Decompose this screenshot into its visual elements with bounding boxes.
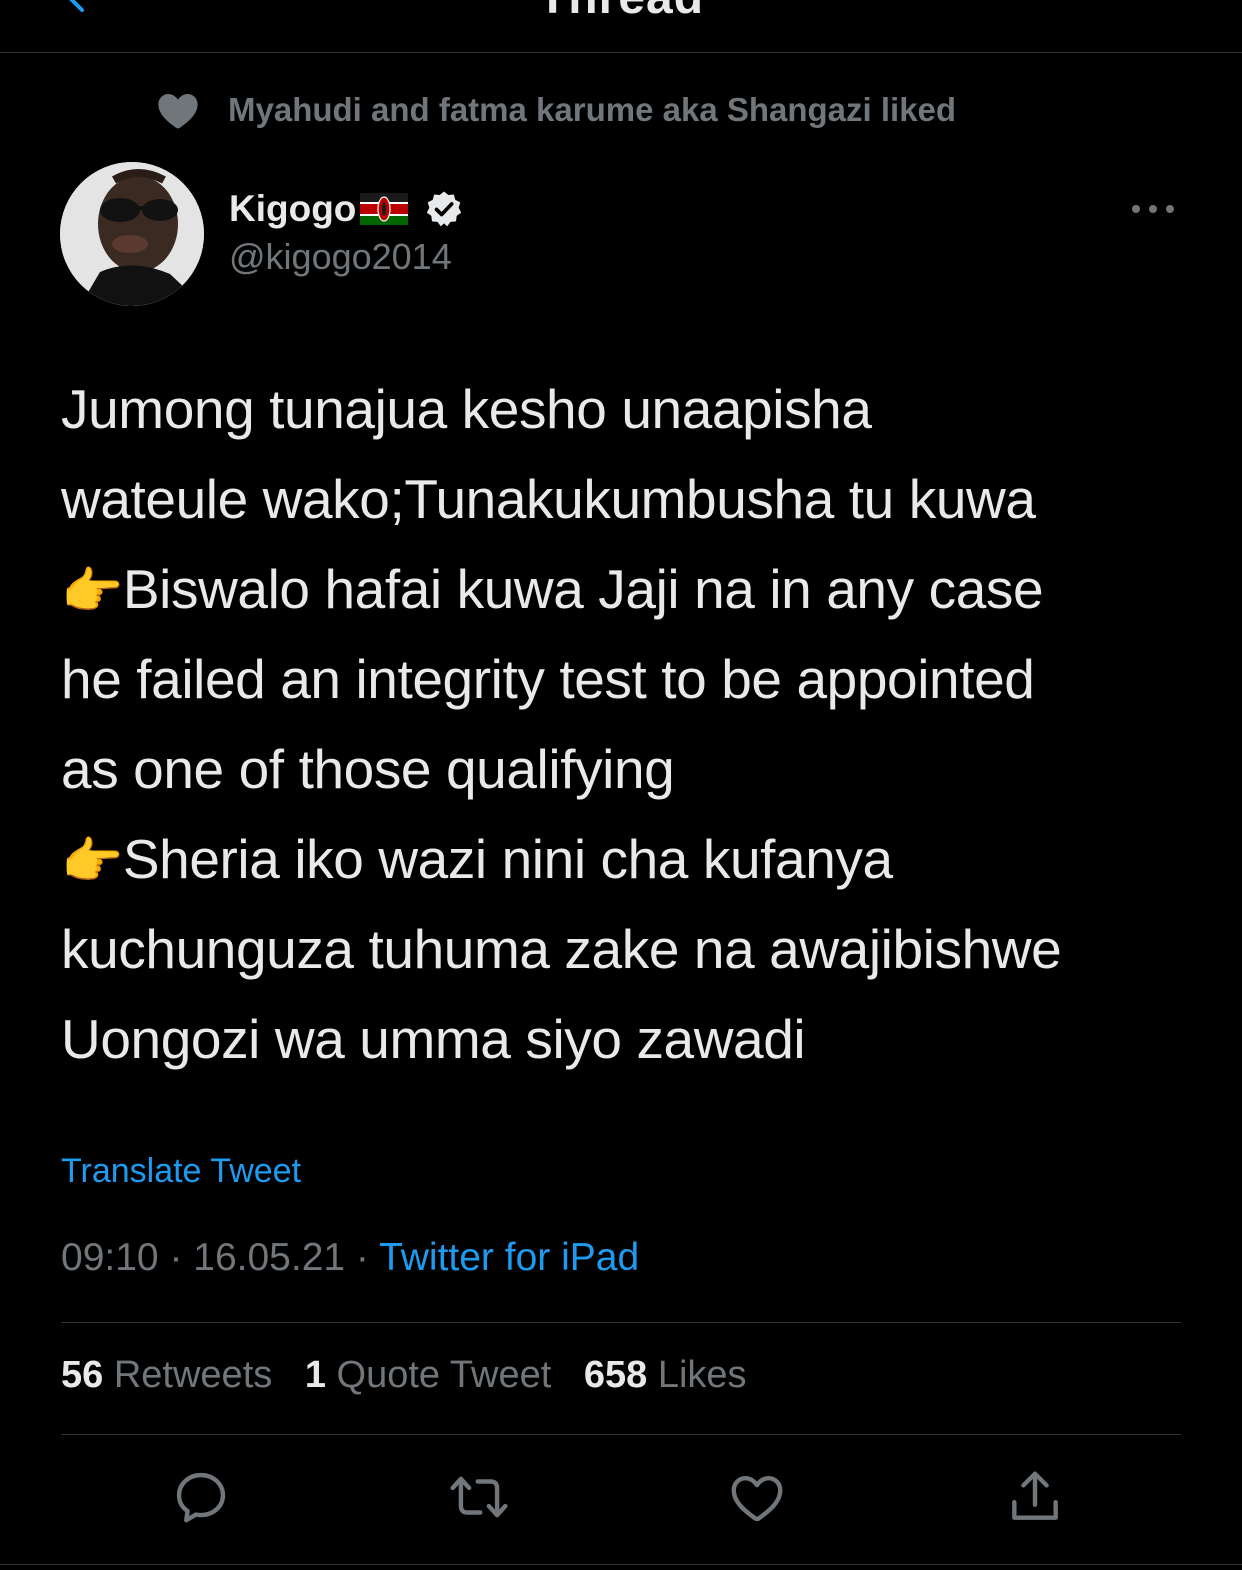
avatar[interactable] — [60, 162, 204, 306]
meta-separator: · — [158, 1236, 194, 1279]
tweet-line: 👉Sheria iko wazi nini cha kufanya — [61, 814, 1201, 904]
tweet-time: 09:10 — [61, 1236, 159, 1279]
heart-icon — [158, 94, 198, 129]
author-name: Kigogo — [229, 188, 357, 229]
social-context[interactable]: Myahudi and fatma karume aka Shangazi li… — [154, 86, 956, 134]
tweet-actions-bar — [0, 1466, 1242, 1530]
retweet-icon[interactable] — [448, 1466, 510, 1528]
tweet-line: he failed an integrity test to be appoin… — [61, 648, 1035, 710]
verified-badge-icon — [427, 191, 462, 227]
divider — [61, 1322, 1181, 1323]
quote-tweets-label: Quote Tweet — [336, 1354, 552, 1396]
tweet-line: as one of those qualifying — [61, 738, 675, 800]
page-title: Thread — [0, 0, 1242, 25]
tweet-line-text: Biswalo hafai kuwa Jaji na in any case — [122, 558, 1044, 620]
divider — [0, 1564, 1242, 1565]
tweet-line: Uongozi wa umma siyo zawadi — [61, 1008, 806, 1070]
tweet-source-link[interactable]: Twitter for iPad — [379, 1236, 639, 1279]
tweet-line-text: Sheria iko wazi nini cha kufanya — [122, 828, 893, 890]
retweets-stat[interactable]: 56 Retweets — [61, 1354, 272, 1397]
tweet-line: 👉Biswalo hafai kuwa Jaji na in any case — [61, 544, 1201, 634]
retweets-label: Retweets — [113, 1354, 273, 1396]
meta-separator: · — [345, 1236, 380, 1279]
tweet-date: 16.05.21 — [193, 1236, 346, 1279]
quote-tweets-count: 1 — [304, 1354, 326, 1396]
tweet-line: kuchunguza tuhuma zake na awajibishwe — [61, 918, 1062, 980]
divider — [61, 1434, 1181, 1435]
reply-icon[interactable] — [170, 1466, 232, 1528]
pointing-hand-emoji: 👉 — [61, 833, 123, 889]
more-options-icon[interactable] — [1128, 196, 1178, 222]
liked-by-text: Myahudi and fatma karume aka Shangazi li… — [228, 91, 957, 128]
tweet-line: Jumong tunajua kesho unaapisha — [61, 378, 872, 440]
author-name-row[interactable]: Kigogo — [229, 184, 464, 234]
like-icon[interactable] — [726, 1466, 788, 1528]
tweet-line: wateule wako;Tunakukumbusha tu kuwa — [61, 468, 1036, 530]
pointing-hand-emoji: 👉 — [61, 563, 123, 619]
avatar-image — [60, 162, 204, 306]
tweet-metadata: 09:10 · 16.05.21 · Twitter for iPad — [61, 1236, 639, 1280]
navigation-bar: Thread — [0, 0, 1242, 53]
likes-stat[interactable]: 658 Likes — [584, 1354, 747, 1397]
tweet-stats: 56 Retweets 1 Quote Tweet 658 Likes — [61, 1354, 769, 1397]
kenya-flag-icon — [360, 193, 409, 225]
share-icon[interactable] — [1004, 1466, 1066, 1528]
likes-count: 658 — [583, 1354, 648, 1396]
tweet-text: Jumong tunajua kesho unaapisha wateule w… — [61, 364, 1201, 1084]
author-handle[interactable]: @kigogo2014 — [229, 236, 452, 278]
likes-label: Likes — [657, 1354, 747, 1396]
quote-tweets-stat[interactable]: 1 Quote Tweet — [305, 1354, 551, 1397]
translate-tweet-link[interactable]: Translate Tweet — [61, 1152, 301, 1191]
retweets-count: 56 — [61, 1354, 104, 1396]
